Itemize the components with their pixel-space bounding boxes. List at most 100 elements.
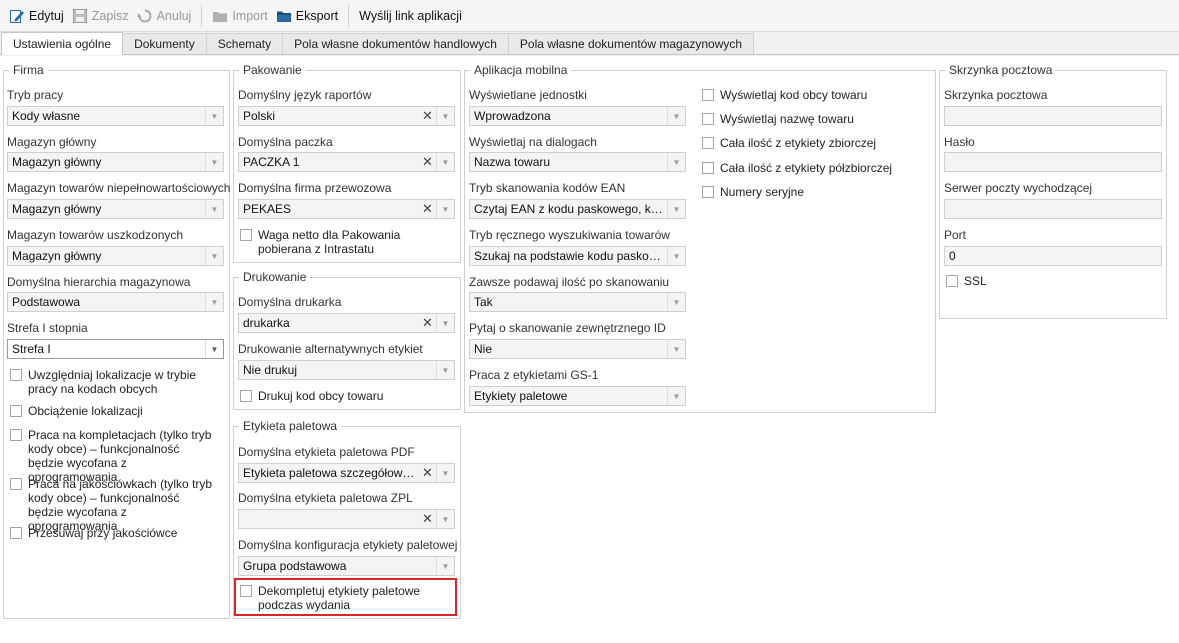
x-clear-icon[interactable]: ✕	[419, 107, 436, 125]
combo-value: Szukaj na podstawie kodu paskowe...	[474, 249, 667, 263]
checkbox-ssl[interactable]: SSL	[946, 274, 1046, 288]
combo-drukowanie-alternatywnych[interactable]: Nie drukuj ▼	[238, 360, 455, 380]
combo-firma-przewozowa[interactable]: PEKAES ✕ ▼	[238, 199, 455, 219]
checkbox-etykieta-zbiorcza[interactable]: Cała ilość z etykiety zbiorczej	[702, 136, 930, 150]
combo-etykieta-pdf[interactable]: Etykieta paletowa szczegółowa ... ✕ ▼	[238, 463, 455, 483]
checkbox-przesuwaj[interactable]: Przesuwaj przy jakościówce	[10, 526, 222, 540]
checkbox-nazwa-towaru[interactable]: Wyświetlaj nazwę towaru	[702, 112, 930, 126]
checkbox-box[interactable]	[10, 369, 22, 381]
checkbox-jakosciowki[interactable]: Praca na jakościówkach (tylko tryb kody …	[10, 477, 215, 533]
dropdown-arrow-icon[interactable]: ▼	[667, 340, 685, 358]
tab-custom-fields-trade[interactable]: Pola własne dokumentów handlowych	[282, 33, 509, 54]
label-tryb-skanowania-ean: Tryb skanowania kodów EAN	[469, 181, 626, 195]
input-skrzynka-pocztowa[interactable]	[944, 106, 1162, 126]
label-tryb-pracy: Tryb pracy	[7, 88, 64, 102]
export-label: Eksport	[295, 8, 339, 23]
label-konfiguracja-etykiety: Domyślna konfiguracja etykiety paletowej	[238, 538, 458, 552]
x-clear-icon[interactable]: ✕	[419, 314, 436, 332]
tab-custom-fields-warehouse[interactable]: Pola własne dokumentów magazynowych	[507, 33, 755, 54]
dropdown-arrow-icon[interactable]: ▼	[205, 293, 223, 311]
dropdown-arrow-icon[interactable]: ▼	[436, 557, 454, 575]
checkbox-box[interactable]	[240, 390, 252, 402]
checkbox-box[interactable]	[10, 429, 22, 441]
floppy-disk-icon	[72, 8, 88, 24]
edit-button[interactable]: Edytuj	[5, 4, 68, 28]
checkbox-kompletacje[interactable]: Praca na kompletacjach (tylko tryb kody …	[10, 428, 215, 484]
combo-magazyn-glowny[interactable]: Magazyn główny ▼	[7, 152, 224, 172]
send-link-button[interactable]: Wyślij link aplikacji	[355, 4, 466, 28]
checkbox-kod-obcy-towaru[interactable]: Wyświetlaj kod obcy towaru	[702, 88, 930, 102]
combo-domyslna-paczka[interactable]: PACZKA 1 ✕ ▼	[238, 152, 455, 172]
x-clear-icon[interactable]: ✕	[419, 200, 436, 218]
save-button[interactable]: Zapisz	[68, 4, 133, 28]
tab-documents[interactable]: Dokumenty	[122, 33, 207, 54]
checkbox-box[interactable]	[946, 275, 958, 287]
combo-domyslna-drukarka[interactable]: drukarka ✕ ▼	[238, 313, 455, 333]
dropdown-arrow-icon[interactable]: ▼	[667, 153, 685, 171]
checkbox-box[interactable]	[10, 527, 22, 539]
x-clear-icon[interactable]: ✕	[419, 464, 436, 482]
dropdown-arrow-icon[interactable]: ▼	[667, 247, 685, 265]
export-button[interactable]: Eksport	[272, 4, 342, 28]
x-clear-icon[interactable]: ✕	[419, 153, 436, 171]
checkbox-box[interactable]	[702, 113, 714, 125]
dropdown-arrow-icon[interactable]: ▼	[436, 464, 454, 482]
input-serwer-poczty[interactable]	[944, 199, 1162, 219]
combo-magazyn-niepelnowartosciowych[interactable]: Magazyn główny ▼	[7, 199, 224, 219]
checkbox-numery-seryjne[interactable]: Numery seryjne	[702, 185, 930, 199]
combo-hierarchia[interactable]: Podstawowa ▼	[7, 292, 224, 312]
dropdown-arrow-icon[interactable]: ▼	[667, 200, 685, 218]
tab-schemes[interactable]: Schematy	[205, 33, 284, 54]
checkbox-label: Praca na jakościówkach (tylko tryb kody …	[28, 477, 213, 533]
combo-wyswietlaj-na-dialogach[interactable]: Nazwa towaru ▼	[469, 152, 686, 172]
combo-tryb-recznego-wyszukiwania[interactable]: Szukaj na podstawie kodu paskowe... ▼	[469, 246, 686, 266]
combo-strefa[interactable]: Strefa I ▼	[7, 339, 224, 359]
checkbox-lokalizacje[interactable]: Uwzględniaj lokalizacje w trybie pracy n…	[10, 368, 222, 396]
combo-magazyn-uszkodzonych[interactable]: Magazyn główny ▼	[7, 246, 224, 266]
dropdown-arrow-icon[interactable]: ▼	[436, 107, 454, 125]
checkbox-dekompletuj[interactable]: Dekompletuj etykiety paletowe podczas wy…	[240, 584, 454, 612]
combo-tryb-skanowania-ean[interactable]: Czytaj EAN z kodu paskowego, kod... ▼	[469, 199, 686, 219]
dropdown-arrow-icon[interactable]: ▼	[205, 153, 223, 171]
dropdown-arrow-icon[interactable]: ▼	[436, 314, 454, 332]
dropdown-arrow-icon[interactable]: ▼	[667, 107, 685, 125]
combo-pytaj-o-skanowanie[interactable]: Nie ▼	[469, 339, 686, 359]
dropdown-arrow-icon[interactable]: ▼	[436, 361, 454, 379]
tab-general-settings[interactable]: Ustawienia ogólne	[1, 32, 124, 55]
cancel-button[interactable]: Anuluj	[133, 4, 196, 28]
combo-konfiguracja-etykiety[interactable]: Grupa podstawowa ▼	[238, 556, 455, 576]
combo-value: Polski	[243, 109, 276, 123]
checkbox-box[interactable]	[702, 162, 714, 174]
checkbox-box[interactable]	[240, 585, 252, 597]
combo-wyswietlane-jednostki[interactable]: Wprowadzona ▼	[469, 106, 686, 126]
x-clear-icon[interactable]: ✕	[419, 510, 436, 528]
checkbox-etykieta-polzbiorcza[interactable]: Cała ilość z etykiety półzbiorczej	[702, 161, 930, 175]
dropdown-arrow-icon[interactable]: ▼	[205, 200, 223, 218]
combo-etykieta-zpl[interactable]: ✕ ▼	[238, 509, 455, 529]
checkbox-drukuj-kod-obcy[interactable]: Drukuj kod obcy towaru	[240, 389, 454, 403]
dropdown-arrow-icon[interactable]: ▼	[436, 153, 454, 171]
combo-zawsze-podawaj-ilosc[interactable]: Tak ▼	[469, 292, 686, 312]
combo-jezyk-raportow[interactable]: Polski ✕ ▼	[238, 106, 455, 126]
dropdown-arrow-icon[interactable]: ▼	[667, 293, 685, 311]
checkbox-box[interactable]	[702, 186, 714, 198]
checkbox-waga-netto[interactable]: Waga netto dla Pakowania pobierana z Int…	[240, 228, 454, 256]
checkbox-box[interactable]	[240, 229, 252, 241]
combo-praca-gs1[interactable]: Etykiety paletowe ▼	[469, 386, 686, 406]
checkbox-box[interactable]	[702, 137, 714, 149]
input-port[interactable]: 0	[944, 246, 1162, 266]
import-button[interactable]: Import	[208, 4, 271, 28]
dropdown-arrow-icon[interactable]: ▼	[205, 107, 223, 125]
checkbox-obciazenie[interactable]: Obciążenie lokalizacji	[10, 404, 222, 418]
checkbox-box[interactable]	[10, 478, 22, 490]
dropdown-arrow-icon[interactable]: ▼	[436, 510, 454, 528]
dropdown-arrow-icon[interactable]: ▼	[436, 200, 454, 218]
dropdown-arrow-icon[interactable]: ▼	[667, 387, 685, 405]
checkbox-box[interactable]	[702, 89, 714, 101]
input-haslo[interactable]	[944, 152, 1162, 172]
checkbox-box[interactable]	[10, 405, 22, 417]
combo-tryb-pracy[interactable]: Kody własne ▼	[7, 106, 224, 126]
checkbox-label: Praca na kompletacjach (tylko tryb kody …	[28, 428, 212, 484]
dropdown-arrow-icon[interactable]: ▼	[205, 247, 223, 265]
dropdown-arrow-icon[interactable]: ▼	[205, 340, 223, 358]
